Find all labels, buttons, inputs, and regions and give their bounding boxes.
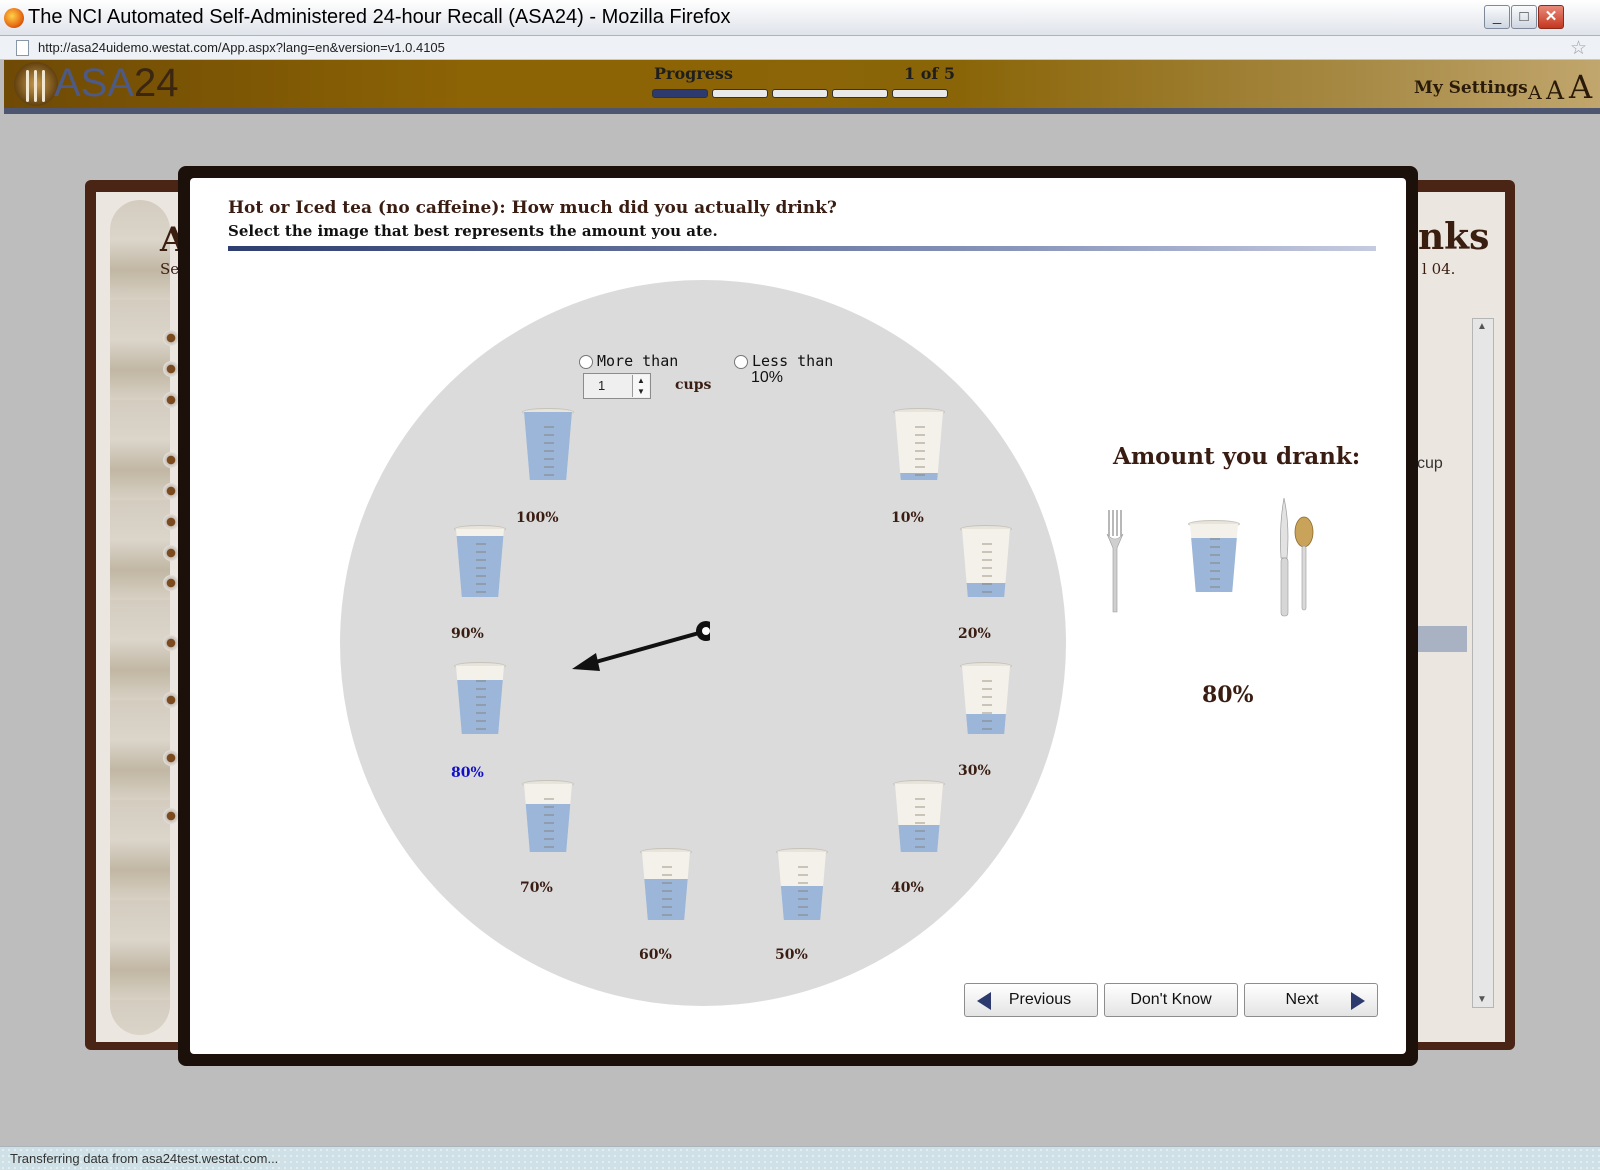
logo-number: 24 xyxy=(134,61,179,105)
more-than-radio[interactable] xyxy=(579,355,593,369)
logo-plate-icon xyxy=(14,62,58,106)
less-than-label: Less than xyxy=(752,352,834,370)
decorative-vine xyxy=(110,200,170,1035)
previous-button[interactable]: Previous xyxy=(964,983,1098,1017)
background-radio-icon xyxy=(163,545,179,561)
status-bar: Transferring data from asa24test.westat.… xyxy=(0,1146,1600,1170)
page-icon xyxy=(16,40,29,56)
unit-label: cups xyxy=(675,377,712,393)
close-button[interactable]: ✕ xyxy=(1538,5,1564,29)
font-size-small-button[interactable]: A xyxy=(1528,82,1542,104)
cup-option-80[interactable] xyxy=(454,662,506,734)
more-than-label: More than xyxy=(597,352,679,370)
background-radio-icon xyxy=(163,483,179,499)
next-arrow-icon xyxy=(1351,992,1365,1010)
window-title: The NCI Automated Self-Administered 24-h… xyxy=(28,6,731,28)
cup-option-90[interactable] xyxy=(454,525,506,597)
background-radio-icon xyxy=(163,452,179,468)
cup-option-40[interactable] xyxy=(893,780,945,852)
cup-option-50[interactable] xyxy=(776,848,828,920)
status-text: Transferring data from asa24test.westat.… xyxy=(10,1151,279,1166)
cup-label-70[interactable]: 70% xyxy=(520,880,553,896)
background-subtitle-left: Se xyxy=(160,260,180,278)
dont-know-button[interactable]: Don't Know xyxy=(1104,983,1238,1017)
knife-icon xyxy=(1280,497,1289,617)
background-radio-icon xyxy=(163,692,179,708)
bookmark-star-icon[interactable]: ☆ xyxy=(1570,37,1587,60)
stepper-arrows[interactable]: ▲ ▼ xyxy=(632,375,649,397)
cup-label-30[interactable]: 30% xyxy=(958,763,991,779)
background-radio-icon xyxy=(163,514,179,530)
spoon-icon xyxy=(1294,516,1314,611)
maximize-button[interactable]: □ xyxy=(1511,5,1537,29)
background-radio-icon xyxy=(163,392,179,408)
cup-option-100[interactable] xyxy=(522,408,574,480)
progress-segment xyxy=(832,89,888,98)
cup-option-10[interactable] xyxy=(893,408,945,480)
cup-label-50[interactable]: 50% xyxy=(775,947,808,963)
progress-segment xyxy=(652,89,708,98)
background-subtitle-right: l 04. xyxy=(1422,260,1456,278)
progress-label: Progress xyxy=(654,64,733,83)
background-radio-icon xyxy=(163,575,179,591)
background-scrollbar[interactable]: ▲ ▼ xyxy=(1472,318,1494,1008)
app-header: ASA24 Progress 1 of 5 My Settings A A A xyxy=(4,60,1600,108)
header-rule xyxy=(4,108,1600,114)
stepper-down-icon[interactable]: ▼ xyxy=(633,386,649,397)
window-titlebar: The NCI Automated Self-Administered 24-h… xyxy=(0,0,1600,36)
url-text[interactable]: http://asa24uidemo.westat.com/App.aspx?l… xyxy=(38,40,445,55)
next-button-label: Next xyxy=(1285,991,1319,1008)
progress-segment xyxy=(892,89,948,98)
quantity-value[interactable]: 1 xyxy=(598,378,605,393)
selected-cup-image xyxy=(1188,520,1240,592)
background-title-right: nks xyxy=(1418,216,1490,258)
address-bar[interactable]: http://asa24uidemo.westat.com/App.aspx?l… xyxy=(0,36,1600,60)
logo: ASA24 xyxy=(54,60,179,106)
cup-label-20[interactable]: 20% xyxy=(958,626,991,642)
background-radio-icon xyxy=(163,750,179,766)
progress-segment xyxy=(772,89,828,98)
instruction-text: Select the image that best represents th… xyxy=(228,222,718,240)
cup-label-80[interactable]: 80% xyxy=(451,765,484,781)
background-cup-text: cup xyxy=(1417,455,1443,472)
cup-option-70[interactable] xyxy=(522,780,574,852)
cup-option-20[interactable] xyxy=(960,525,1012,597)
modal-rule xyxy=(228,246,1376,251)
previous-button-label: Previous xyxy=(1008,991,1072,1008)
progress-segment xyxy=(712,89,768,98)
question-text: Hot or Iced tea (no caffeine): How much … xyxy=(228,198,837,218)
fork-icon xyxy=(1106,510,1124,613)
background-radio-icon xyxy=(163,635,179,651)
font-size-large-button[interactable]: A xyxy=(1569,68,1592,106)
my-settings-link[interactable]: My Settings xyxy=(1414,78,1528,98)
dial-pointer-icon xyxy=(572,621,710,671)
amount-value: 80% xyxy=(1202,682,1254,708)
cup-label-60[interactable]: 60% xyxy=(639,947,672,963)
background-radio-icon xyxy=(163,808,179,824)
amount-title: Amount you drank: xyxy=(1113,443,1361,470)
logo-asa: ASA xyxy=(54,61,135,105)
cup-option-60[interactable] xyxy=(640,848,692,920)
cup-option-30[interactable] xyxy=(960,662,1012,734)
firefox-icon xyxy=(4,8,24,28)
background-radio-icon xyxy=(163,361,179,377)
previous-arrow-icon xyxy=(977,992,991,1010)
cup-label-10[interactable]: 10% xyxy=(891,510,924,526)
next-button[interactable]: Next xyxy=(1244,983,1378,1017)
dont-know-button-label: Don't Know xyxy=(1130,991,1212,1008)
cup-label-40[interactable]: 40% xyxy=(891,880,924,896)
less-than-value: 10% xyxy=(751,369,784,386)
cup-label-100[interactable]: 100% xyxy=(516,510,559,526)
minimize-button[interactable]: _ xyxy=(1484,5,1510,29)
cup-label-90[interactable]: 90% xyxy=(451,626,484,642)
stepper-up-icon[interactable]: ▲ xyxy=(633,375,649,386)
font-size-medium-button[interactable]: A xyxy=(1546,76,1564,105)
quantity-stepper[interactable]: 1 ▲ ▼ xyxy=(583,373,651,399)
background-radio-icon xyxy=(163,330,179,346)
less-than-radio[interactable] xyxy=(734,355,748,369)
progress-count: 1 of 5 xyxy=(904,64,955,83)
